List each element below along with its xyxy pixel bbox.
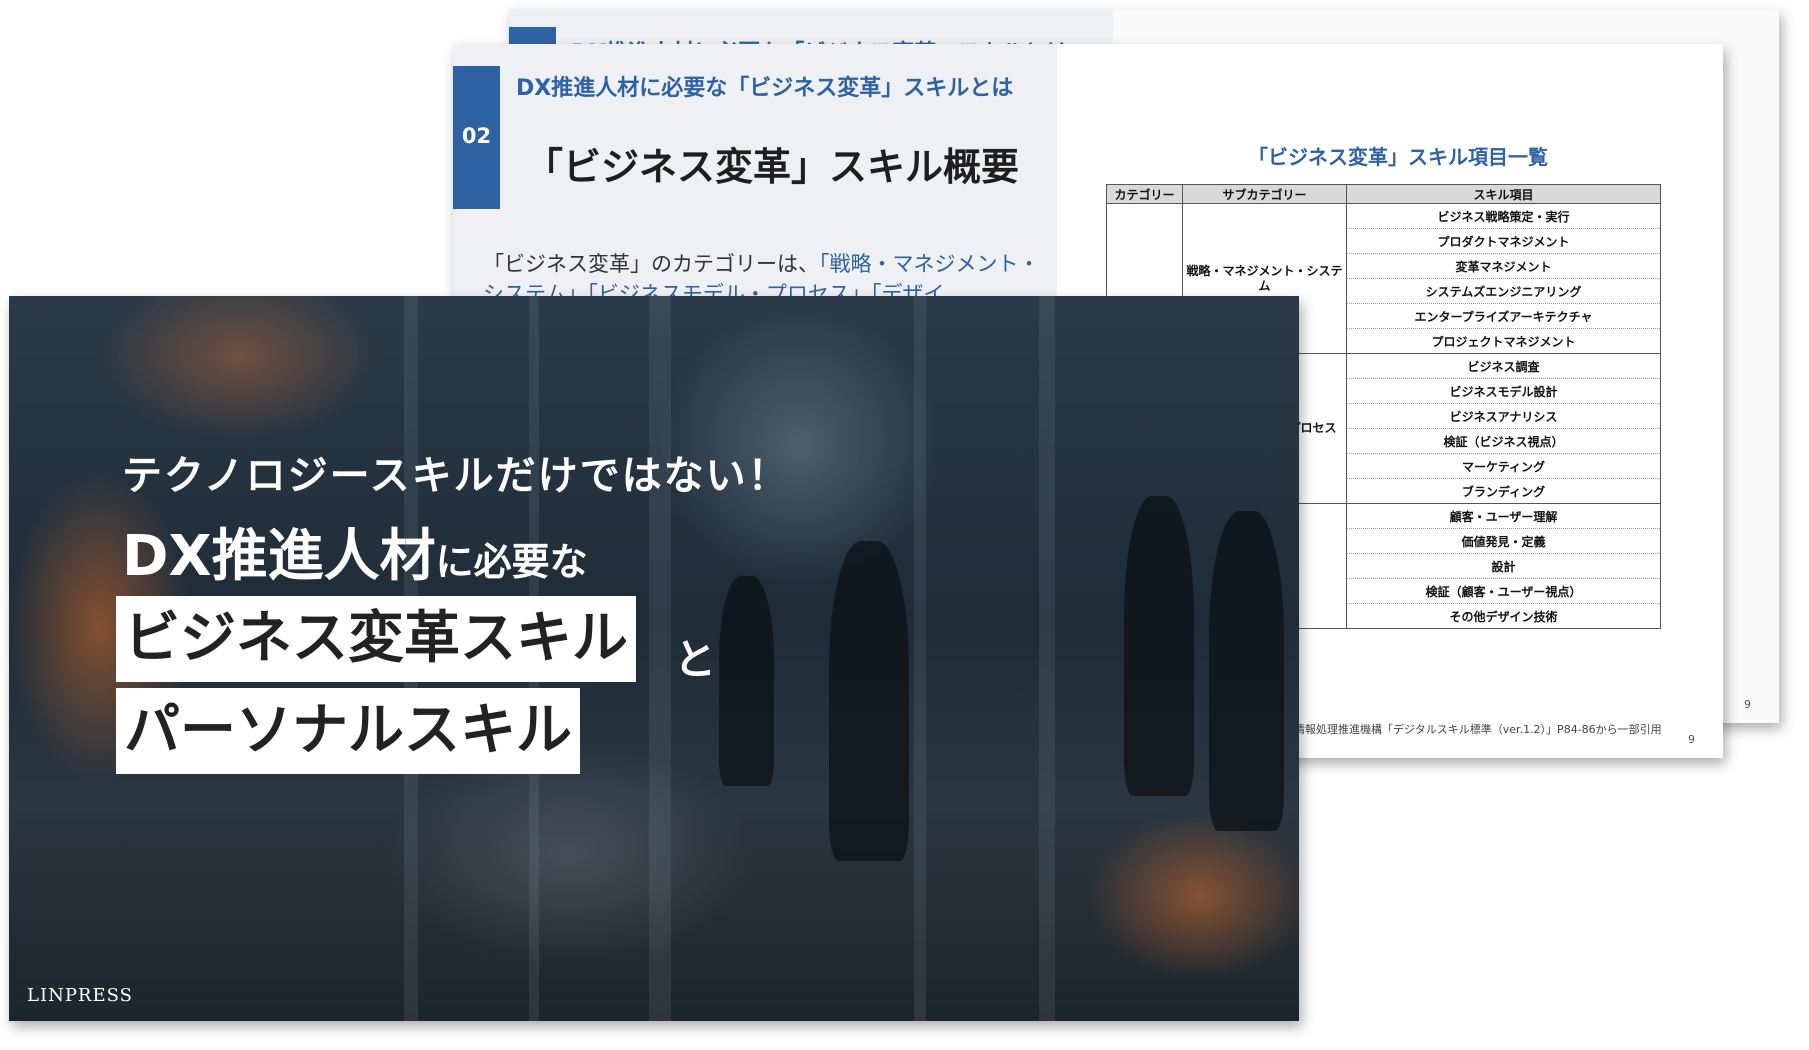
table-cell-skill: 価値発見・定義 <box>1346 528 1661 554</box>
table-cell-skill: プロダクトマネジメント <box>1346 228 1661 254</box>
middle-slide-page-number: 9 <box>1688 733 1695 746</box>
table-cell-skill: 検証（ビジネス視点） <box>1346 428 1661 454</box>
table-cell-skill: 変革マネジメント <box>1346 253 1661 279</box>
table-cell-skill: ビジネス調査 <box>1346 353 1661 379</box>
cover-headline-emphasis: DX推進人材 <box>122 524 436 589</box>
table-cell-skill: エンタープライズアーキテクチャ <box>1346 303 1661 329</box>
cover-connector: と <box>674 635 717 684</box>
table-cell-skill: 顧客・ユーザー理解 <box>1346 503 1661 529</box>
body-text-plain: 「ビジネス変革」のカテゴリーは、 <box>483 252 819 276</box>
source-citation: 人情報処理推進機構「デジタルスキル標準（ver.1.2）」P84-86から一部引… <box>1283 723 1662 736</box>
cover-headline-line1: テクノロジースキルだけではない！ <box>122 453 790 499</box>
table-cell-skill: ブランディング <box>1346 478 1661 504</box>
table-cell-skill: ビジネスアナリシス <box>1346 403 1661 429</box>
table-row: 戦略・マネジメント・システム ビジネス戦略策定・実行 <box>1106 203 1661 629</box>
table-cell-skill: ビジネス戦略策定・実行 <box>1346 203 1661 229</box>
background-glass-pillar <box>914 296 926 1021</box>
background-person-silhouette <box>829 541 909 861</box>
table-cell-skill: その他デザイン技術 <box>1346 603 1661 629</box>
table-cell-skill: システムズエンジニアリング <box>1346 278 1661 304</box>
table-header-row: カテゴリー サブカテゴリー スキル項目 <box>1106 184 1661 204</box>
background-glass-pillar <box>649 296 671 1021</box>
background-person-silhouette <box>719 576 774 786</box>
slide-heading: 「ビジネス変革」スキル概要 <box>525 145 1020 189</box>
background-person-silhouette <box>1124 496 1194 796</box>
table-header-skill: スキル項目 <box>1346 184 1661 204</box>
table-header-subcategory: サブカテゴリー <box>1182 184 1347 204</box>
section-title: DX推進人材に必要な「ビジネス変革」スキルとは <box>516 76 1014 101</box>
table-cell-skill: 検証（顧客・ユーザー視点） <box>1346 578 1661 604</box>
background-person-silhouette <box>1209 511 1284 831</box>
cover-headline-line2: DX推進人材に必要な <box>122 511 588 592</box>
section-number: 02 <box>461 124 492 148</box>
cover-slide: テクノロジースキルだけではない！ DX推進人材に必要な ビジネス変革スキル と … <box>9 296 1299 1021</box>
table-cell-skill: ビジネスモデル設計 <box>1346 378 1661 404</box>
linpress-logo: LINPRESS <box>27 985 133 1006</box>
table-cell-skill: マーケティング <box>1346 453 1661 479</box>
highlight-box-personal-skill: パーソナルスキル <box>116 688 580 774</box>
cover-headline-rest: に必要な <box>435 540 588 584</box>
table-cell-skill: プロジェクトマネジメント <box>1346 328 1661 354</box>
highlight-box-business-transformation: ビジネス変革スキル <box>116 596 636 682</box>
table-header-category: カテゴリー <box>1106 184 1183 204</box>
background-glass-pillar <box>1039 296 1055 1021</box>
table-title: 「ビジネス変革」スキル項目一覧 <box>1248 145 1548 169</box>
back-slide-page-number: 9 <box>1744 698 1751 711</box>
table-cell-skill: 設計 <box>1346 553 1661 579</box>
